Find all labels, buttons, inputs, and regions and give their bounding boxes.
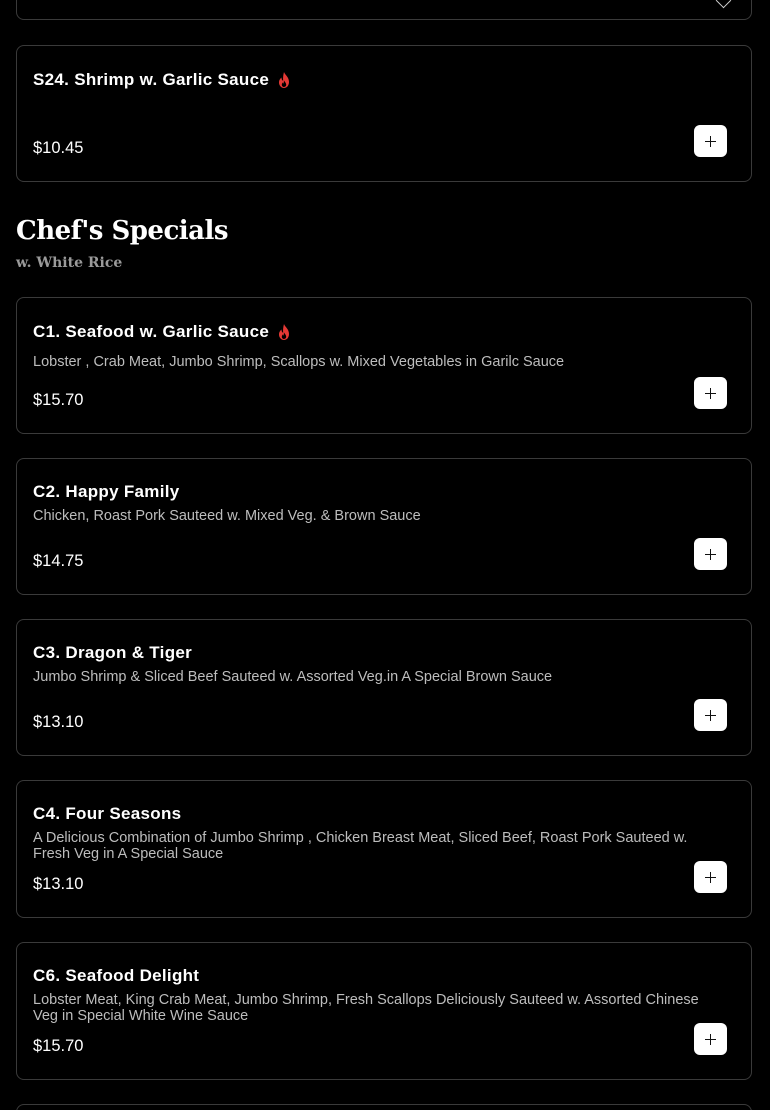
menu-item-card[interactable]: C6. Seafood Delight Lobster Meat, King C… (16, 942, 752, 1080)
chevron-down-icon[interactable] (715, 0, 732, 9)
add-item-button[interactable] (694, 377, 727, 409)
item-description: Jumbo Shrimp & Sliced Beef Sauteed w. As… (33, 669, 553, 685)
section-subtitle: w. White Rice (16, 255, 123, 271)
plus-icon (705, 871, 716, 883)
item-description: A Delicious Combination of Jumbo Shrimp … (33, 830, 688, 862)
menu-item-card-partial[interactable] (16, 0, 752, 20)
plus-icon (705, 135, 716, 147)
add-item-button[interactable] (694, 699, 727, 731)
menu-item-card[interactable]: C2. Happy Family Chicken, Roast Pork Sau… (16, 458, 752, 595)
add-item-button[interactable] (694, 861, 727, 893)
add-item-button[interactable] (694, 538, 727, 570)
flame-icon (279, 72, 290, 88)
item-price: $13.10 (33, 713, 84, 731)
flame-icon (279, 324, 290, 340)
plus-icon (705, 709, 716, 721)
item-description: Chicken, Roast Pork Sauteed w. Mixed Veg… (33, 508, 421, 524)
item-title: S24. Shrimp w. Garlic Sauce (33, 70, 292, 90)
item-title: C4. Four Seasons (33, 804, 182, 823)
item-price: $13.10 (33, 875, 84, 893)
item-title: C6. Seafood Delight (33, 966, 200, 985)
item-title: C1. Seafood w. Garlic Sauce (33, 322, 292, 342)
menu-item-card[interactable]: C3. Dragon & Tiger Jumbo Shrimp & Sliced… (16, 619, 752, 756)
item-price: $15.70 (33, 391, 84, 409)
plus-icon (705, 387, 716, 399)
menu-item-card-partial[interactable] (16, 1104, 752, 1110)
menu-page: S24. Shrimp w. Garlic Sauce $10.45 Chef'… (0, 0, 770, 1110)
plus-icon (705, 548, 716, 560)
add-item-button[interactable] (694, 125, 727, 157)
menu-item-card[interactable]: C4. Four Seasons A Delicious Combination… (16, 780, 752, 918)
section-title: Chef's Specials (16, 216, 229, 246)
item-description: Lobster Meat, King Crab Meat, Jumbo Shri… (33, 992, 699, 1024)
item-price: $15.70 (33, 1037, 84, 1055)
item-description: Lobster , Crab Meat, Jumbo Shrimp, Scall… (33, 354, 565, 370)
item-price: $14.75 (33, 552, 84, 570)
item-price: $10.45 (33, 139, 84, 157)
menu-item-card[interactable]: S24. Shrimp w. Garlic Sauce $10.45 (16, 45, 752, 182)
add-item-button[interactable] (694, 1023, 727, 1055)
item-title: C2. Happy Family (33, 482, 180, 501)
item-title: C3. Dragon & Tiger (33, 643, 193, 662)
menu-item-card[interactable]: C1. Seafood w. Garlic Sauce Lobster , Cr… (16, 297, 752, 434)
plus-icon (705, 1033, 716, 1045)
